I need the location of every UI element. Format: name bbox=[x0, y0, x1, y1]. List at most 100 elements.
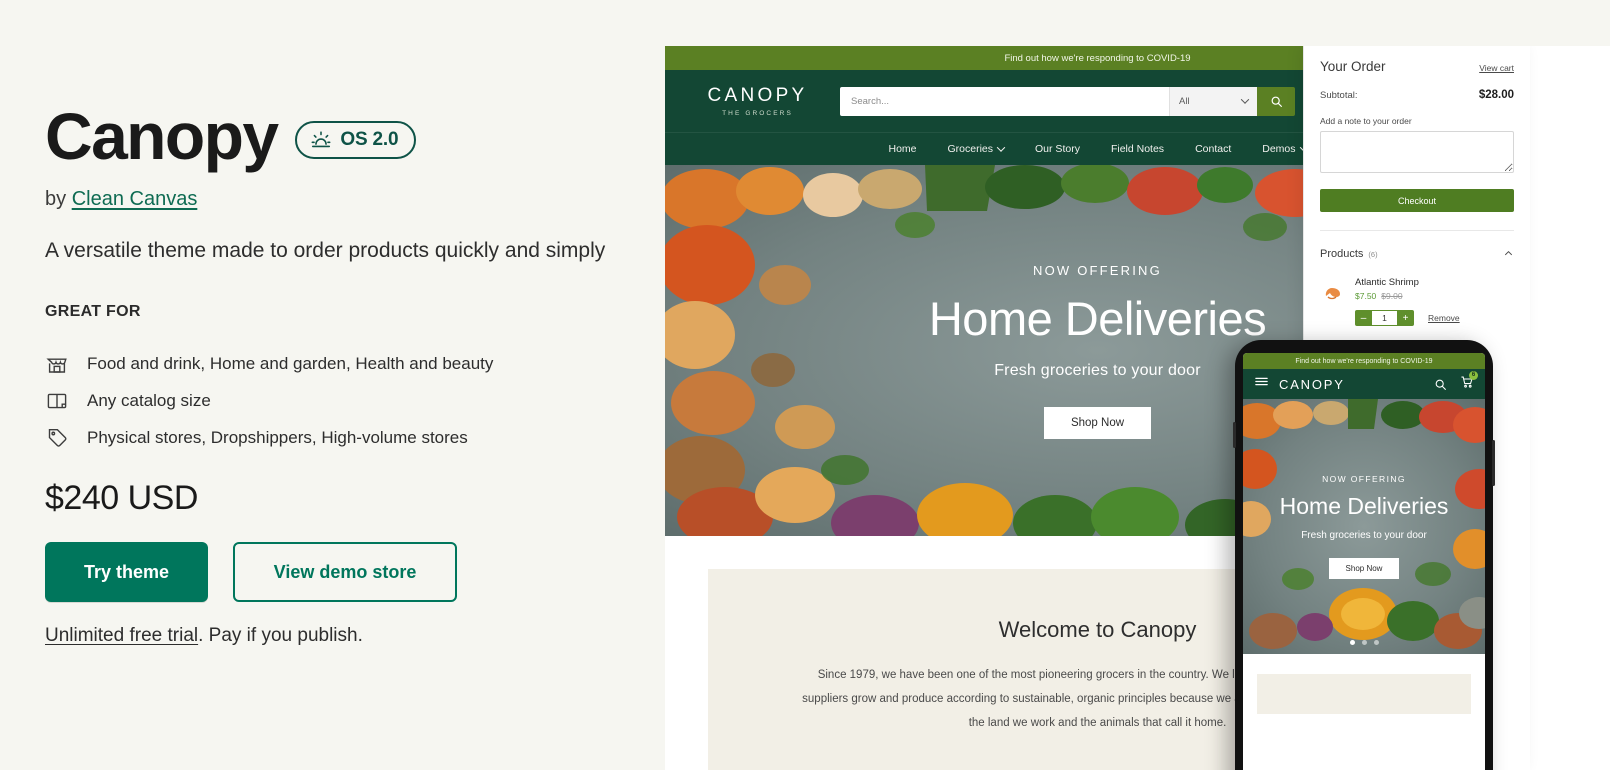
theme-detail-page: Canopy OS 2.0 by Clean Canvas A versatil… bbox=[0, 0, 1610, 770]
search-input[interactable]: Search... bbox=[840, 86, 1169, 116]
checkout-button[interactable]: Checkout bbox=[1320, 189, 1514, 212]
search-submit-button[interactable] bbox=[1257, 86, 1295, 116]
list-item: Any catalog size bbox=[45, 382, 493, 419]
mobile-shop-now-button[interactable]: Shop Now bbox=[1328, 558, 1400, 579]
products-label: Products bbox=[1320, 248, 1364, 260]
hamburger-menu-icon[interactable] bbox=[1254, 374, 1269, 394]
nav-item-groceries[interactable]: Groceries bbox=[947, 143, 1006, 155]
order-note-input[interactable] bbox=[1320, 131, 1514, 173]
mobile-hero: NOW OFFERING Home Deliveries Fresh groce… bbox=[1243, 399, 1485, 654]
nav-item-demos[interactable]: Demos bbox=[1262, 143, 1308, 155]
quantity-value[interactable]: 1 bbox=[1372, 310, 1397, 326]
mobile-welcome-area bbox=[1243, 654, 1485, 714]
logo-tagline: THE GROCERS bbox=[722, 110, 793, 117]
search-icon bbox=[1271, 96, 1282, 107]
order-note-label: Add a note to your order bbox=[1320, 116, 1412, 126]
carousel-dot[interactable] bbox=[1361, 640, 1367, 645]
theme-info-panel: Canopy OS 2.0 by Clean Canvas A versatil… bbox=[0, 0, 665, 770]
storefront-icon bbox=[45, 352, 69, 376]
store-logo[interactable]: CANOPY THE GROCERS bbox=[695, 85, 820, 117]
hero-title: Home Deliveries bbox=[928, 291, 1267, 345]
mobile-screen: Find out how we're responding to COVID-1… bbox=[1243, 353, 1485, 770]
nav-label: Contact bbox=[1195, 143, 1232, 155]
product-sale-price: $7.50 bbox=[1355, 291, 1377, 301]
trial-note-rest: . Pay if you publish. bbox=[198, 625, 363, 646]
cart-header: Your Order View cart bbox=[1320, 59, 1514, 74]
nav-item-field-notes[interactable]: Field Notes bbox=[1111, 143, 1164, 155]
great-for-list: Food and drink, Home and garden, Health … bbox=[45, 345, 493, 456]
nav-label: Home bbox=[888, 143, 917, 155]
carousel-dot[interactable] bbox=[1349, 640, 1355, 645]
mobile-announcement-text[interactable]: Find out how we're responding to COVID-1… bbox=[1295, 358, 1432, 365]
great-for-heading: GREAT FOR bbox=[45, 303, 141, 320]
list-item: Food and drink, Home and garden, Health … bbox=[45, 345, 493, 382]
subtotal-value: $28.00 bbox=[1478, 89, 1514, 101]
cart-line-item-details: Atlantic Shrimp $7.50 $9.00 – 1 + Remove bbox=[1355, 277, 1460, 326]
product-prices: $7.50 $9.00 bbox=[1355, 291, 1460, 301]
list-item-label: Physical stores, Dropshippers, High-volu… bbox=[87, 427, 468, 447]
nav-label: Groceries bbox=[947, 143, 994, 155]
chevron-up-icon[interactable] bbox=[1503, 248, 1514, 259]
quantity-row: – 1 + Remove bbox=[1355, 310, 1460, 326]
products-header-left: Products (6) bbox=[1320, 244, 1378, 262]
nav-item-our-story[interactable]: Our Story bbox=[1035, 143, 1080, 155]
chevron-down-icon bbox=[1240, 95, 1250, 104]
mobile-hero-eyebrow: NOW OFFERING bbox=[1322, 474, 1406, 484]
search-icon[interactable] bbox=[1434, 378, 1447, 391]
mobile-header-icons: 6 bbox=[1434, 370, 1478, 394]
page-title: Canopy bbox=[45, 99, 279, 173]
title-row: Canopy OS 2.0 bbox=[45, 99, 417, 173]
sunrise-icon bbox=[310, 129, 332, 151]
mobile-cart-badge: 6 bbox=[1469, 370, 1478, 380]
subtotal-label: Subtotal: bbox=[1320, 90, 1358, 101]
carousel-dot[interactable] bbox=[1373, 640, 1379, 645]
mobile-hero-title: Home Deliveries bbox=[1279, 493, 1449, 519]
unlimited-free-trial-link[interactable]: Unlimited free trial bbox=[45, 625, 198, 646]
hero-eyebrow: NOW OFFERING bbox=[1033, 262, 1162, 278]
mobile-preview: Find out how we're responding to COVID-1… bbox=[1233, 340, 1495, 770]
product-thumbnail bbox=[1320, 279, 1346, 305]
search-bar: Search... All bbox=[840, 86, 1295, 116]
by-prefix: by bbox=[45, 188, 72, 210]
phone-volume-button bbox=[1233, 422, 1236, 448]
logo-wordmark: CANOPY bbox=[707, 85, 808, 106]
products-section-header[interactable]: Products (6) bbox=[1320, 230, 1514, 262]
announcement-text[interactable]: Find out how we're responding to COVID-1… bbox=[1004, 53, 1190, 64]
shop-now-button[interactable]: Shop Now bbox=[1043, 406, 1152, 439]
product-name[interactable]: Atlantic Shrimp bbox=[1355, 277, 1460, 288]
action-buttons: Try theme View demo store bbox=[45, 542, 457, 602]
quantity-decrease-button[interactable]: – bbox=[1355, 310, 1372, 326]
list-item-label: Any catalog size bbox=[87, 390, 211, 410]
mobile-logo[interactable]: CANOPY bbox=[1279, 377, 1345, 392]
mobile-hero-subtitle: Fresh groceries to your door bbox=[1301, 530, 1427, 541]
nav-item-contact[interactable]: Contact bbox=[1195, 143, 1231, 155]
theme-tagline: A versatile theme made to order products… bbox=[45, 239, 606, 262]
author-link[interactable]: Clean Canvas bbox=[72, 188, 198, 210]
os-badge-label: OS 2.0 bbox=[340, 129, 399, 150]
search-category-select[interactable]: All bbox=[1169, 86, 1257, 116]
mobile-announcement-bar: Find out how we're responding to COVID-1… bbox=[1243, 353, 1485, 369]
mobile-cart-icon-wrap[interactable]: 6 bbox=[1460, 370, 1478, 394]
chevron-down-icon bbox=[996, 143, 1006, 152]
theme-price: $240 USD bbox=[45, 479, 198, 517]
products-count: (6) bbox=[1368, 250, 1378, 259]
os-version-badge: OS 2.0 bbox=[295, 121, 417, 159]
hero-subtitle: Fresh groceries to your door bbox=[994, 361, 1201, 379]
nav-label: Field Notes bbox=[1110, 143, 1165, 155]
author-byline: by Clean Canvas bbox=[45, 188, 197, 211]
mobile-welcome-block bbox=[1257, 674, 1471, 714]
catalog-book-icon bbox=[45, 389, 69, 413]
quantity-stepper: – 1 + bbox=[1355, 310, 1414, 326]
view-demo-store-button[interactable]: View demo store bbox=[233, 542, 457, 602]
cart-subtotal-row: Subtotal: $28.00 bbox=[1320, 89, 1514, 101]
trial-note: Unlimited free trial. Pay if you publish… bbox=[45, 625, 363, 647]
mobile-hero-content: NOW OFFERING Home Deliveries Fresh groce… bbox=[1243, 399, 1485, 654]
nav-item-home[interactable]: Home bbox=[888, 143, 916, 155]
view-cart-link[interactable]: View cart bbox=[1479, 63, 1514, 73]
remove-item-link[interactable]: Remove bbox=[1428, 313, 1460, 323]
quantity-increase-button[interactable]: + bbox=[1397, 310, 1414, 326]
price-tag-icon bbox=[45, 426, 69, 450]
nav-label: Our Story bbox=[1035, 143, 1080, 155]
cart-title: Your Order bbox=[1320, 59, 1386, 74]
try-theme-button[interactable]: Try theme bbox=[45, 542, 208, 602]
